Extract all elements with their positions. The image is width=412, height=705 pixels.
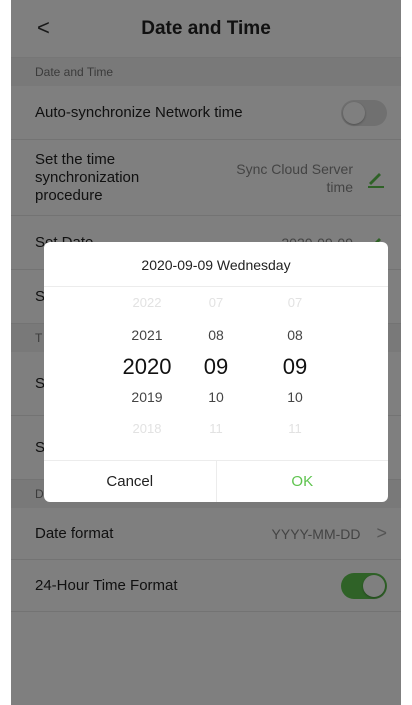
wheel-item: 2018 bbox=[132, 421, 162, 436]
wheel-item: 11 bbox=[209, 421, 223, 436]
device-frame: < Date and Time Date and Time Auto-synch… bbox=[0, 0, 412, 705]
date-picker-dialog: 2020-09-09 Wednesday 2022 2021 2020 2019… bbox=[44, 242, 388, 502]
month-wheel[interactable]: 07 08 09 10 11 bbox=[196, 287, 236, 460]
wheel-item: 08 bbox=[208, 327, 224, 343]
wheel-item: 2019 bbox=[131, 389, 163, 405]
wheel-item: 07 bbox=[287, 295, 303, 310]
dialog-title: 2020-09-09 Wednesday bbox=[44, 242, 388, 287]
wheel-item: 07 bbox=[208, 295, 224, 310]
year-wheel[interactable]: 2022 2021 2020 2019 2018 bbox=[112, 287, 182, 460]
wheel-item: 11 bbox=[288, 421, 302, 436]
wheel-item: 10 bbox=[208, 389, 224, 405]
cancel-button[interactable]: Cancel bbox=[44, 461, 217, 502]
day-wheel[interactable]: 07 08 09 10 11 bbox=[275, 287, 315, 460]
wheel-item-selected: 09 bbox=[282, 354, 308, 379]
wheel-item: 08 bbox=[287, 327, 303, 343]
settings-screen: < Date and Time Date and Time Auto-synch… bbox=[11, 0, 401, 705]
date-wheel[interactable]: 2022 2021 2020 2019 2018 07 08 09 10 11 … bbox=[44, 287, 388, 460]
wheel-item: 10 bbox=[287, 389, 303, 405]
wheel-item: 2021 bbox=[131, 327, 163, 343]
dialog-buttons: Cancel OK bbox=[44, 460, 388, 502]
wheel-item-selected: 09 bbox=[203, 354, 229, 379]
wheel-item-selected: 2020 bbox=[122, 354, 172, 379]
wheel-item: 2022 bbox=[132, 295, 162, 310]
ok-button[interactable]: OK bbox=[217, 461, 389, 502]
